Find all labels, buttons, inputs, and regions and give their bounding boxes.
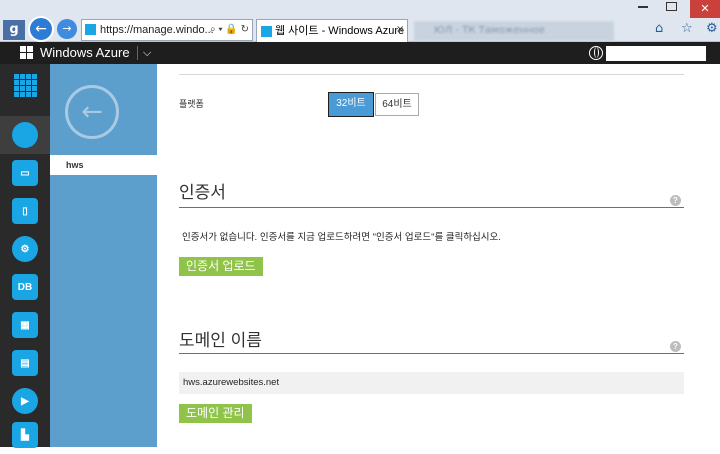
google-search-icon[interactable]: g [3, 20, 25, 40]
azure-search-input[interactable] [606, 46, 706, 61]
platform-label: 플랫폼 [179, 99, 204, 109]
hdinsight-icon: ▤ [12, 350, 38, 376]
tab-close-icon[interactable]: × [396, 24, 404, 35]
main-content: 플랫폼 32비트 64비트 인증서 ? 인증서가 없습니다. 인증서를 지금 업… [157, 64, 720, 447]
windows-logo-icon [20, 46, 34, 60]
cloud-services-icon: ⚙ [12, 236, 38, 262]
browser-forward-button[interactable]: → [57, 19, 77, 39]
domain-names-title: 도메인 이름 [179, 331, 262, 350]
azure-header: Windows Azure ⌵ [0, 42, 720, 64]
back-arrow-icon[interactable]: ← [65, 85, 119, 139]
storage-icon: ▦ [12, 312, 38, 338]
nav-virtual-machines[interactable]: ▭ [0, 154, 50, 192]
globe-icon[interactable] [589, 46, 603, 60]
windows-favicon-icon [261, 26, 272, 37]
mobile-services-icon: ▯ [12, 198, 38, 224]
header-divider [137, 46, 138, 60]
browser-back-button[interactable]: ← [28, 16, 54, 42]
nav-mobile-services[interactable]: ▯ [0, 192, 50, 230]
address-bar[interactable]: https://manage.windo... ⌕ ▾ 🔒 ↻ [81, 19, 253, 41]
grid-icon [13, 73, 37, 97]
tab-windows-azure[interactable]: 웹 사이트 - Windows Azure [256, 19, 408, 42]
nav-sql-databases[interactable]: DB [0, 268, 50, 306]
resource-item-hws[interactable]: hws [50, 155, 157, 175]
home-icon[interactable]: ⌂ [655, 22, 669, 36]
platform-64bit-button[interactable]: 64비트 [375, 93, 419, 116]
tab-title: 웹 사이트 - Windows Azure [275, 25, 405, 37]
web-sites-icon [12, 122, 38, 148]
maximize-icon[interactable] [666, 2, 677, 11]
address-tools-icon[interactable]: ⌕ ▾ 🔒 ↻ [210, 20, 249, 40]
certificates-title: 인증서 [179, 183, 226, 202]
chevron-down-icon[interactable]: ⌵ [143, 44, 151, 62]
media-services-icon: ▶ [12, 388, 38, 414]
minimize-icon[interactable] [638, 6, 648, 8]
browser-toolbar: g ← → https://manage.windo... ⌕ ▾ 🔒 ↻ 웹 … [0, 0, 720, 42]
help-icon[interactable]: ? [670, 341, 681, 352]
address-text: https://manage.windo... [100, 24, 214, 36]
upload-certificate-button[interactable]: 인증서 업로드 [179, 257, 263, 276]
nav-storage[interactable]: ▦ [0, 306, 50, 344]
azure-title[interactable]: Windows Azure [40, 45, 130, 61]
certificates-message: 인증서가 없습니다. 인증서를 지금 업로드하려면 "인증서 업로드"를 클릭하… [182, 232, 501, 243]
help-icon[interactable]: ? [670, 195, 681, 206]
nav-web-sites[interactable] [0, 116, 50, 154]
nav-hdinsight[interactable]: ▤ [0, 344, 50, 382]
left-nav: ▭ ▯ ⚙ DB ▦ ▤ ▶ ▙ [0, 64, 50, 448]
manage-domains-button[interactable]: 도메인 관리 [179, 404, 252, 423]
windows-favicon-icon [85, 24, 96, 35]
database-icon: DB [12, 274, 38, 300]
nav-all-items[interactable] [0, 66, 50, 104]
domain-name-field[interactable]: hws.azurewebsites.net [179, 372, 684, 394]
divider [179, 74, 684, 75]
window-controls: ✕ [632, 0, 720, 18]
favorites-star-icon[interactable]: ☆ [681, 22, 695, 36]
section-divider [179, 207, 684, 208]
virtual-machine-icon: ▭ [12, 160, 38, 186]
platform-32bit-button[interactable]: 32비트 [328, 92, 374, 117]
nav-media-services[interactable]: ▶ [0, 382, 50, 420]
gear-icon[interactable]: ⚙ [706, 22, 720, 36]
service-bus-icon: ▙ [12, 422, 38, 448]
section-divider [179, 353, 684, 354]
nav-service-bus[interactable]: ▙ [0, 416, 50, 454]
window-close-button[interactable]: ✕ [690, 0, 720, 18]
resource-panel: ← hws [50, 64, 157, 447]
tab-other[interactable]: ЮЛ - ТК Таможенное [414, 21, 614, 41]
nav-cloud-services[interactable]: ⚙ [0, 230, 50, 268]
